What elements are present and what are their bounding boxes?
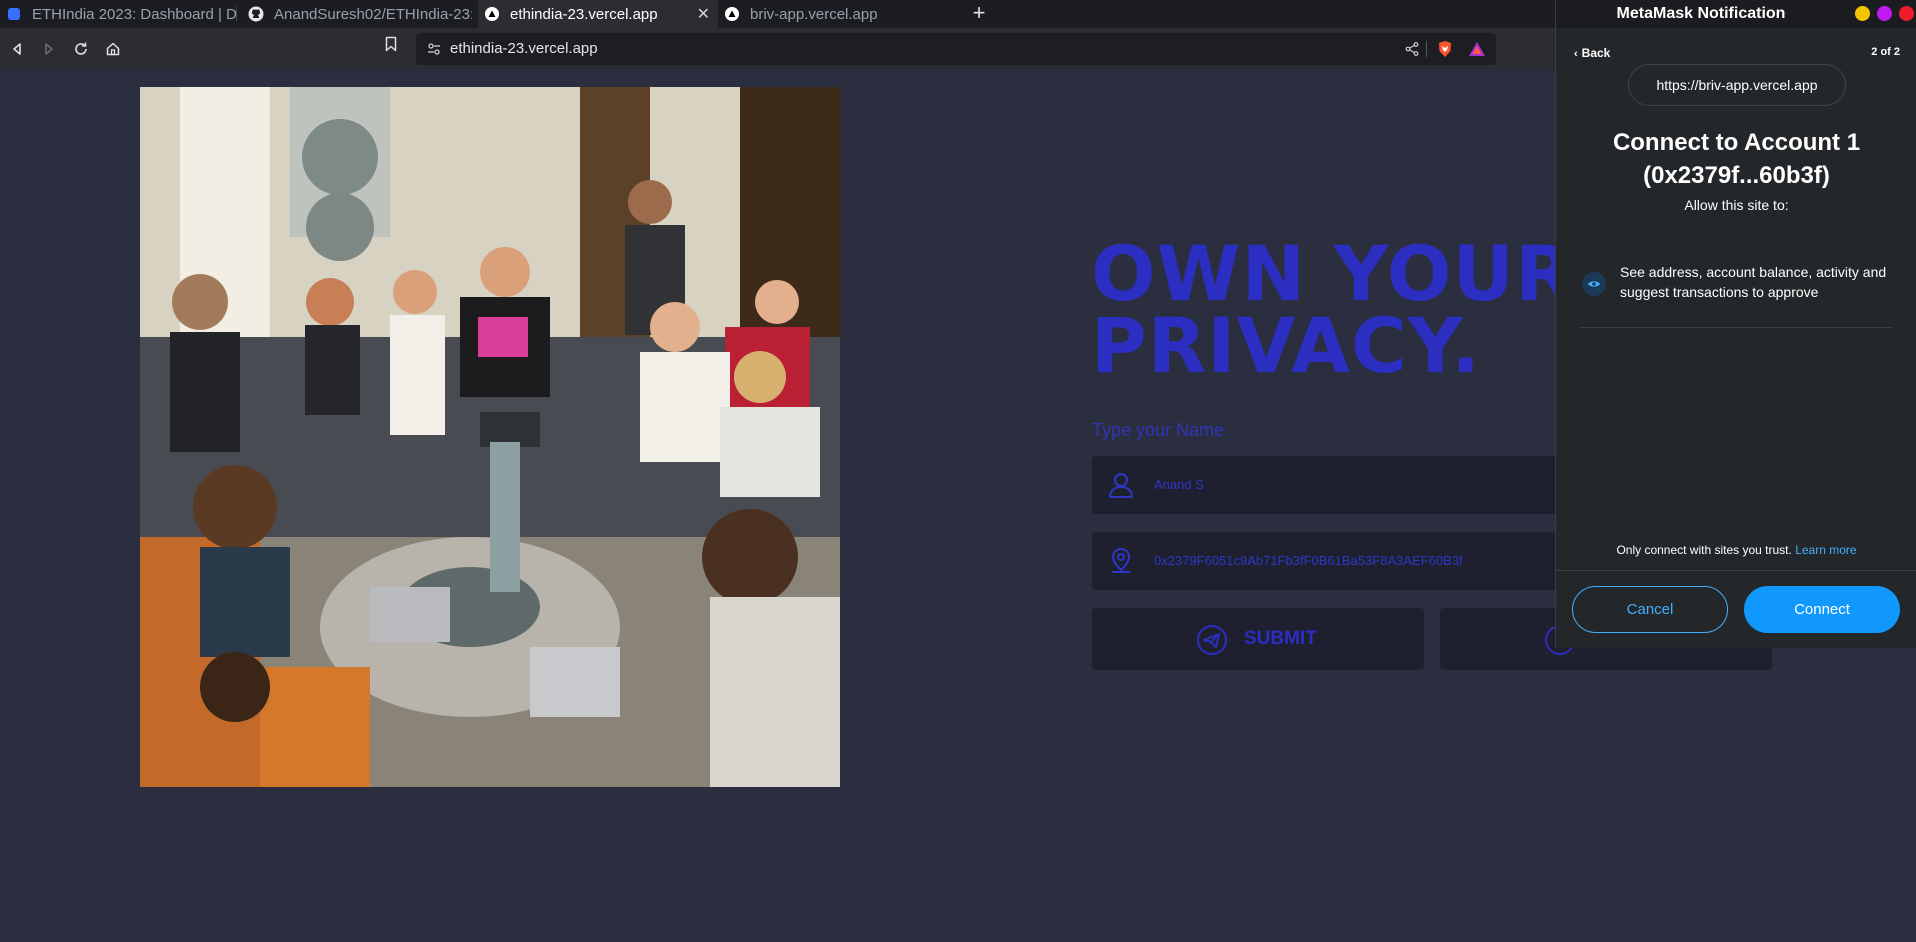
user-icon — [1106, 470, 1136, 505]
bookmark-icon — [385, 36, 397, 52]
hero-headline: OWN YOUR PRIVACY. — [1091, 229, 1575, 390]
tab-title: ETHIndia 2023: Dashboard | D — [32, 5, 236, 23]
tab-briv-app[interactable]: briv-app.vercel.app — [718, 0, 958, 28]
url-text: ethindia-23.vercel.app — [450, 40, 598, 57]
reload-icon — [75, 42, 87, 55]
name-input-value[interactable]: Anand S — [1154, 477, 1204, 492]
footer-divider — [1556, 570, 1916, 571]
headline-line-2: PRIVACY. — [1091, 301, 1482, 390]
share-icon[interactable] — [1404, 41, 1420, 62]
close-window-button[interactable] — [1899, 6, 1914, 21]
vercel-icon — [724, 6, 740, 22]
brave-rewards-icon[interactable] — [1468, 40, 1486, 63]
chevron-left-icon: ‹ — [1574, 48, 1578, 60]
allow-subheading: Allow this site to: — [1684, 197, 1789, 213]
back-arrow-icon — [13, 43, 21, 55]
eye-icon — [1582, 272, 1606, 296]
learn-more-link[interactable]: Learn more — [1795, 543, 1856, 557]
devfolio-icon — [6, 6, 22, 22]
tab-github-repo[interactable]: AnandSuresh02/ETHIndia-23: — [242, 0, 472, 28]
forward-arrow-icon — [45, 43, 53, 55]
tab-ethindia-dashboard[interactable]: ETHIndia 2023: Dashboard | D — [0, 0, 236, 28]
home-icon — [106, 42, 120, 56]
back-label: Back — [1581, 46, 1611, 60]
tab-title: AnandSuresh02/ETHIndia-23: — [274, 5, 472, 23]
connect-button[interactable]: Connect — [1744, 586, 1900, 633]
divider — [1580, 327, 1892, 328]
metamask-notification-window: MetaMask Notification ‹ Back 2 of 2 https… — [1555, 0, 1916, 648]
connect-heading-line-2: (0x2379f...60b3f) — [1643, 162, 1830, 189]
metamask-titlebar: MetaMask Notification — [1556, 0, 1916, 28]
github-icon — [248, 6, 264, 22]
telegram-send-icon — [1196, 624, 1228, 661]
toolbar-divider — [1426, 41, 1427, 57]
vercel-icon — [484, 6, 500, 22]
hero-photo-group-meeting — [140, 87, 840, 787]
tab-ethindia-app[interactable]: ethindia-23.vercel.app ✕ — [478, 0, 718, 28]
address-bar[interactable]: ethindia-23.vercel.app — [416, 33, 1496, 65]
location-pin-icon — [1106, 546, 1136, 581]
cancel-button[interactable]: Cancel — [1572, 586, 1728, 633]
submit-label: SUBMIT — [1244, 628, 1317, 649]
brave-shields-icon[interactable] — [1436, 40, 1454, 63]
back-link[interactable]: ‹ Back — [1574, 46, 1610, 60]
tab-separator — [236, 7, 237, 21]
minimize-button[interactable] — [1855, 6, 1870, 21]
address-input-value[interactable]: 0x2379F6051c9Ab71Fb3fF0B61Ba53F8A3AEF60B… — [1154, 553, 1463, 568]
tab-title: briv-app.vercel.app — [750, 5, 878, 23]
permission-description: See address, account balance, activity a… — [1620, 264, 1887, 300]
close-tab-icon[interactable]: ✕ — [697, 4, 710, 24]
connect-heading-line-1: Connect to Account 1 — [1612, 129, 1861, 156]
step-indicator: 2 of 2 — [1871, 46, 1900, 58]
tab-title: ethindia-23.vercel.app — [510, 5, 658, 23]
forward-button[interactable] — [36, 36, 62, 62]
back-button[interactable] — [4, 36, 30, 62]
connect-heading: Connect to Account 1 (0x2379f...60b3f) — [1556, 126, 1916, 192]
submit-button[interactable]: SUBMIT — [1092, 608, 1424, 670]
home-button[interactable] — [100, 36, 126, 62]
reload-button[interactable] — [68, 36, 94, 62]
maximize-button[interactable] — [1877, 6, 1892, 21]
trust-text: Only connect with sites you trust. — [1616, 543, 1796, 557]
new-tab-button[interactable]: + — [968, 1, 990, 27]
trust-notice: Only connect with sites you trust. Learn… — [1556, 543, 1916, 557]
metamask-window-title: MetaMask Notification — [1616, 5, 1786, 22]
name-label: Type your Name — [1092, 420, 1225, 440]
bookmark-button[interactable] — [384, 36, 398, 57]
headline-line-1: OWN YOUR — [1091, 229, 1575, 318]
site-origin-pill: https://briv-app.vercel.app — [1628, 64, 1846, 106]
site-info-icon[interactable] — [426, 41, 442, 62]
